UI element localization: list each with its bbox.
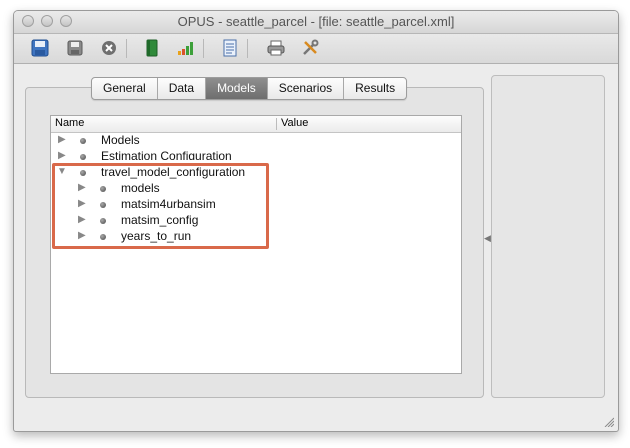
splitter-handle-icon[interactable]: ◀ xyxy=(484,233,491,244)
tree-row-label: Models xyxy=(101,133,140,147)
bar-chart-icon[interactable] xyxy=(176,38,196,58)
tree-row-estimation-configuration[interactable]: ▶ Estimation Configuration xyxy=(51,149,461,160)
column-divider[interactable] xyxy=(276,118,277,130)
save-icon[interactable] xyxy=(65,38,85,58)
tab-scenarios[interactable]: Scenarios xyxy=(268,78,345,99)
title-bar: OPUS - seattle_parcel - [file: seattle_p… xyxy=(14,11,618,34)
tree-row-models[interactable]: ▶ Models xyxy=(51,133,461,149)
expand-arrow-icon[interactable]: ▶ xyxy=(58,134,66,145)
toolbar xyxy=(14,34,618,64)
save-blue-icon[interactable] xyxy=(30,38,50,58)
toolbar-separator xyxy=(203,39,204,58)
opus-window: OPUS - seattle_parcel - [file: seattle_p… xyxy=(13,10,619,432)
node-bullet-icon xyxy=(80,138,86,144)
close-circle-icon[interactable] xyxy=(99,38,119,58)
expand-arrow-icon[interactable]: ▶ xyxy=(58,150,66,160)
highlight-box xyxy=(52,163,269,249)
toolbar-separator xyxy=(247,39,248,58)
print-icon[interactable] xyxy=(266,38,286,58)
column-header-value[interactable]: Value xyxy=(281,117,308,129)
tree-row-label: Estimation Configuration xyxy=(101,149,232,160)
tab-models[interactable]: Models xyxy=(206,78,268,99)
column-header-name[interactable]: Name xyxy=(55,117,84,129)
tree-header: Name Value xyxy=(51,116,461,133)
tab-data[interactable]: Data xyxy=(158,78,207,99)
right-side-panel xyxy=(491,75,605,398)
toolbar-separator xyxy=(126,39,127,58)
tools-icon[interactable] xyxy=(300,38,320,58)
window-title: OPUS - seattle_parcel - [file: seattle_p… xyxy=(177,14,455,29)
tab-results[interactable]: Results xyxy=(344,78,406,99)
resize-grip-icon[interactable] xyxy=(604,417,614,427)
document-icon[interactable] xyxy=(220,38,240,58)
tab-general[interactable]: General xyxy=(92,78,158,99)
node-bullet-icon xyxy=(80,154,86,160)
book-icon[interactable] xyxy=(142,38,162,58)
tab-bar: General Data Models Scenarios Results xyxy=(91,77,408,100)
